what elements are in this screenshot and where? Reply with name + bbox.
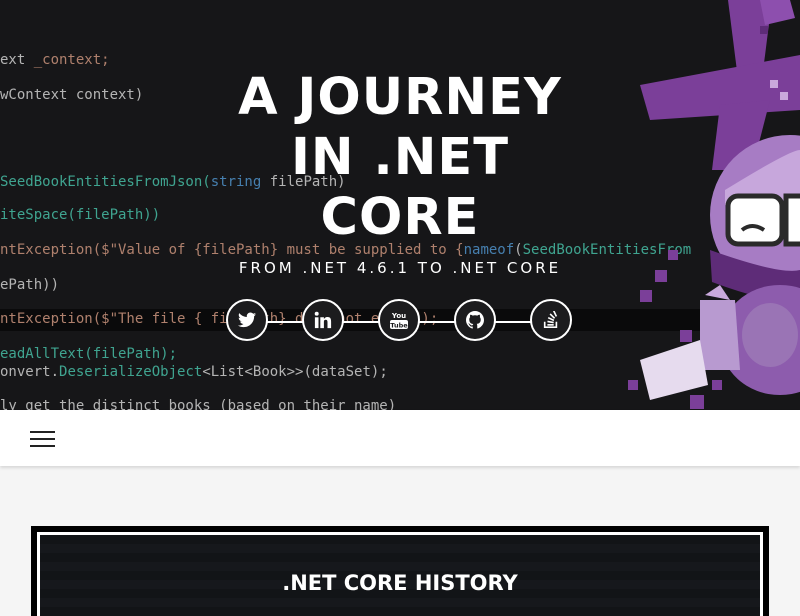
- stackoverflow-icon: [543, 311, 558, 329]
- twitter-link[interactable]: [226, 299, 268, 341]
- title-line: IN .NET: [290, 128, 510, 187]
- hamburger-menu-icon[interactable]: [30, 430, 56, 448]
- stackoverflow-link[interactable]: [530, 299, 572, 341]
- github-link[interactable]: [454, 299, 496, 341]
- youtube-link[interactable]: You Tube: [378, 299, 420, 341]
- svg-text:Tube: Tube: [390, 322, 408, 330]
- post-title[interactable]: .NET CORE HISTORY: [40, 571, 760, 595]
- svg-text:You: You: [391, 312, 406, 320]
- site-subtitle: FROM .NET 4.6.1 TO .NET CORE: [238, 259, 562, 277]
- twitter-icon: [238, 312, 256, 328]
- top-navbar: [0, 410, 800, 466]
- linkedin-link[interactable]: [302, 299, 344, 341]
- linkedin-icon: [314, 311, 332, 329]
- post-card-frame: .NET CORE HISTORY: [37, 532, 763, 616]
- hero-banner: ext _context; wContext context) SeedBook…: [0, 0, 800, 410]
- post-card[interactable]: .NET CORE HISTORY: [31, 526, 769, 616]
- title-line: CORE: [320, 188, 480, 247]
- title-line: A JOURNEY: [238, 68, 562, 127]
- site-title: A JOURNEY IN .NET CORE: [150, 68, 650, 248]
- github-icon: [466, 311, 484, 329]
- youtube-icon: You Tube: [390, 312, 408, 330]
